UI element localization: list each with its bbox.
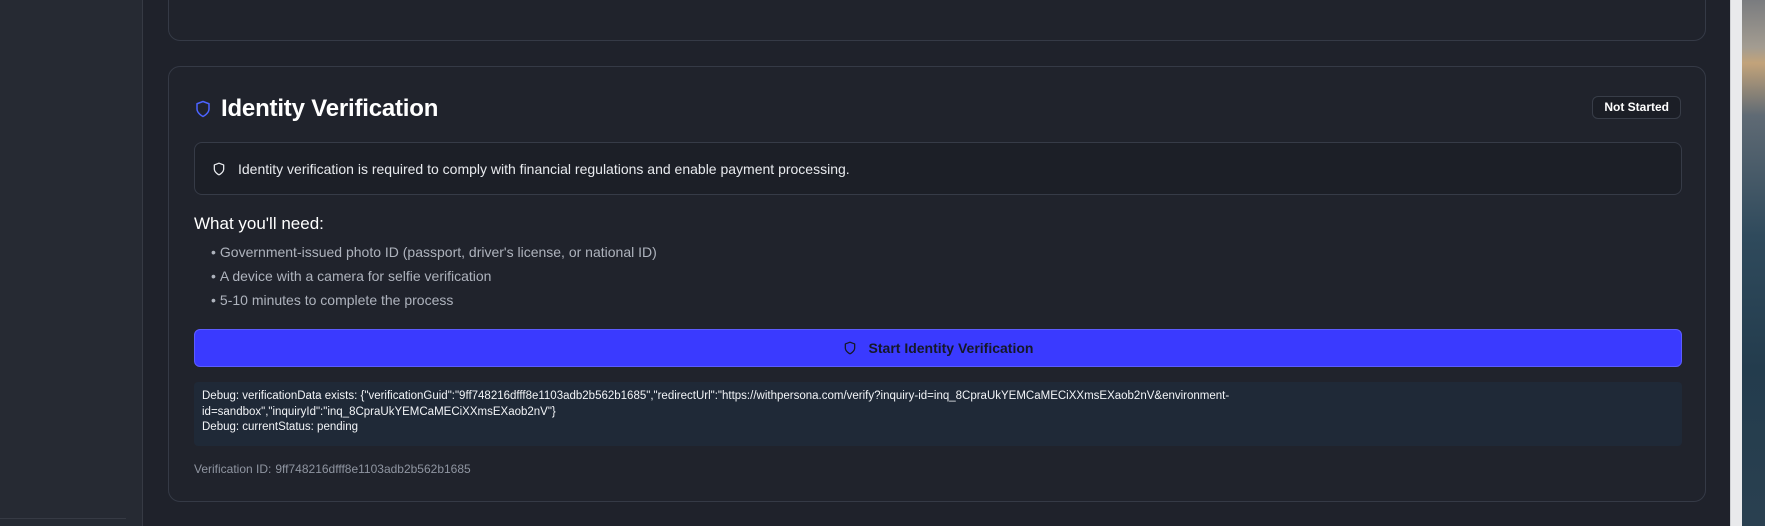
requirements-list: • Government-issued photo ID (passport, d… bbox=[211, 243, 657, 315]
requirement-text: 5-10 minutes to complete the process bbox=[219, 292, 454, 308]
shield-icon bbox=[843, 340, 857, 356]
window-edge bbox=[1730, 0, 1765, 526]
identity-verification-card: Identity Verification Not Started Identi… bbox=[168, 66, 1706, 502]
verification-id: Verification ID: 9ff748216dfff8e1103adb2b… bbox=[194, 462, 475, 476]
list-item: • 5-10 minutes to complete the process bbox=[211, 292, 454, 308]
list-item: • Government-issued photo ID (passport, d… bbox=[211, 244, 657, 260]
debug-line: id=sandbox","inquiryId":"inq_8CpraUkYEMC… bbox=[202, 405, 556, 418]
scrollbar[interactable] bbox=[1730, 0, 1742, 526]
requirement-text: A device with a camera for selfie verifi… bbox=[219, 268, 492, 284]
card-title: Identity Verification bbox=[221, 95, 439, 122]
alert-text: Identity verification is required to com… bbox=[238, 160, 850, 177]
list-item: • A device with a camera for selfie verif… bbox=[211, 268, 492, 284]
shield-icon bbox=[194, 99, 212, 119]
previous-card bbox=[168, 0, 1706, 41]
verification-id-value: 9ff748216dfff8e1103adb2b562b1685 bbox=[275, 462, 471, 476]
debug-line: Debug: currentStatus: pending bbox=[202, 421, 358, 433]
debug-output: Debug: verificationData exists: {"verifi… bbox=[194, 382, 1682, 446]
main-content: Identity Verification Not Started Identi… bbox=[144, 0, 1730, 526]
sidebar-divider bbox=[0, 518, 126, 519]
verification-id-label: Verification ID: bbox=[194, 462, 272, 476]
status-badge: Not Started bbox=[1592, 96, 1681, 119]
requirement-text: Government-issued photo ID (passport, dr… bbox=[219, 244, 657, 260]
compliance-alert: Identity verification is required to com… bbox=[194, 142, 1682, 195]
start-verification-button[interactable]: Start Identity Verification bbox=[194, 329, 1682, 367]
desktop-wallpaper bbox=[1742, 0, 1765, 526]
start-button-label: Start Identity Verification bbox=[868, 340, 1034, 356]
card-header: Identity Verification bbox=[194, 91, 438, 127]
requirements-heading: What you'll need: bbox=[194, 214, 324, 233]
sidebar bbox=[0, 0, 143, 526]
shield-icon bbox=[212, 161, 226, 177]
debug-line: Debug: verificationData exists: {"verifi… bbox=[202, 390, 1230, 402]
